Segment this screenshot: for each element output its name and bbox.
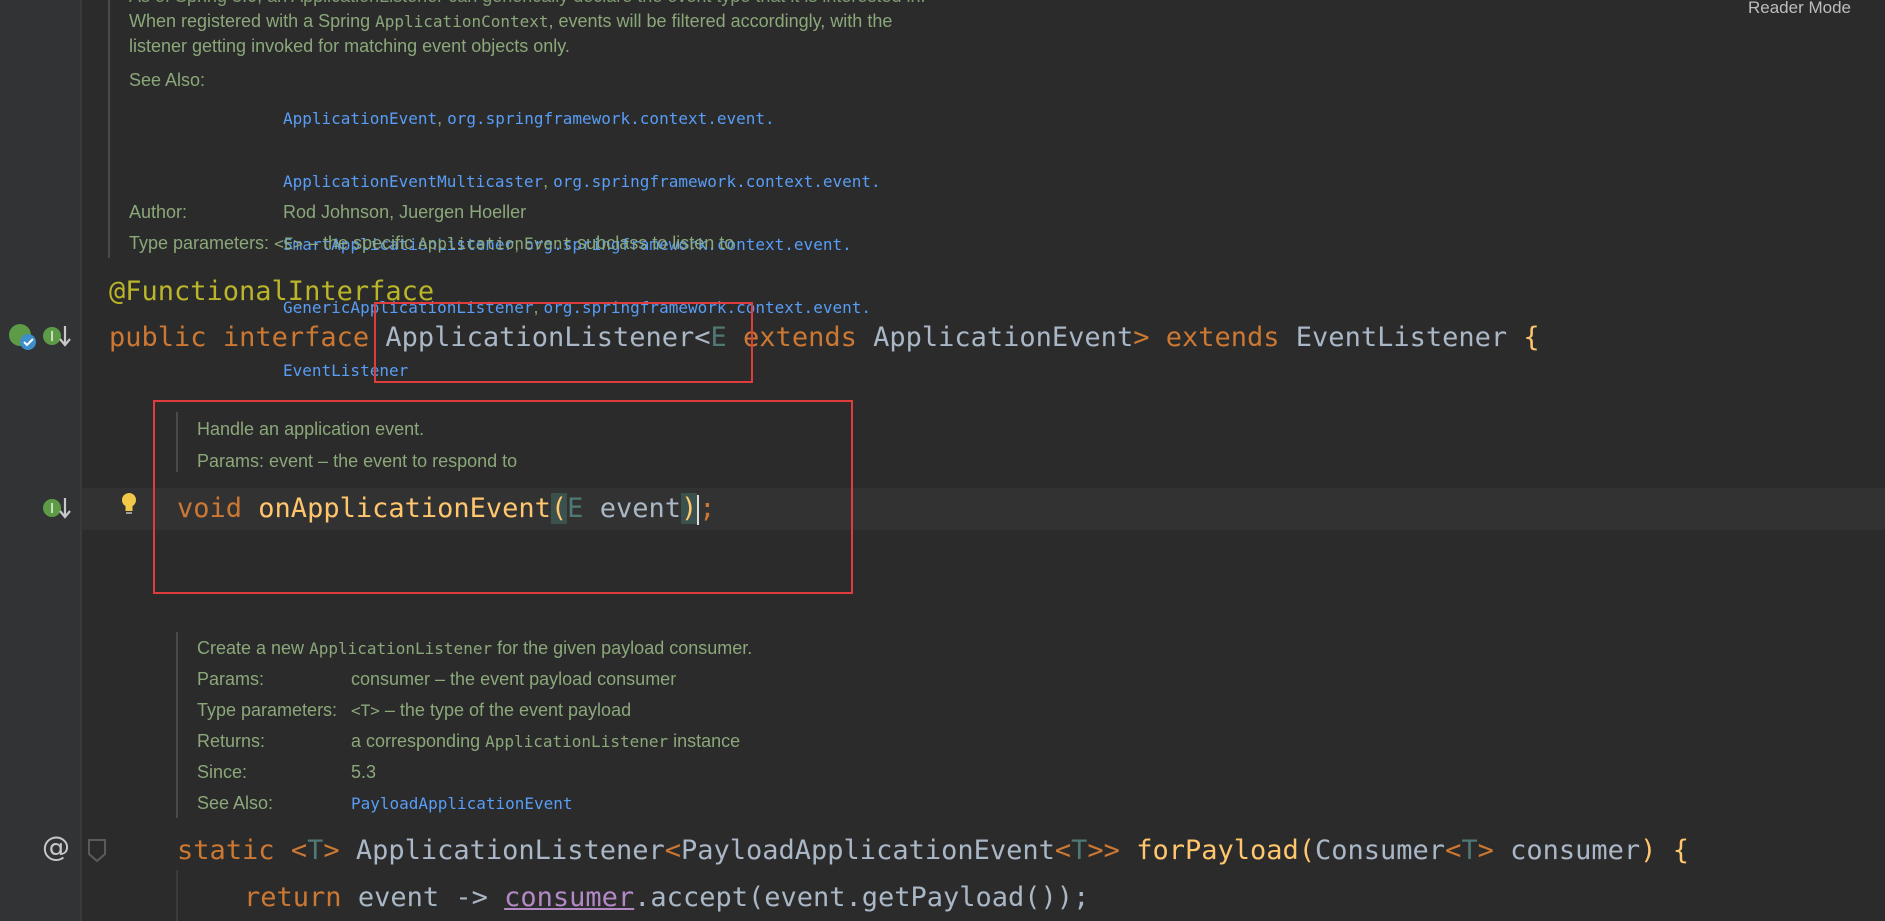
see-also-label: See Also:: [197, 793, 274, 813]
svg-text:I: I: [50, 502, 54, 517]
bookmark-icon[interactable]: [86, 838, 108, 864]
doc-left-border: [108, 0, 110, 258]
gutter-separator: [80, 0, 82, 921]
interface-declaration: public interface ApplicationListener<E e…: [109, 322, 1540, 353]
implemented-by-icon[interactable]: [6, 320, 40, 354]
since-label: Since:: [197, 762, 248, 782]
reader-mode-button[interactable]: Reader Mode: [1748, 0, 1851, 18]
method-highlight-box: [153, 400, 853, 594]
doc-link[interactable]: org.springframework.context.event.: [553, 172, 881, 191]
at-annotation-icon[interactable]: @: [42, 830, 70, 863]
type-params-label: Type parameters:: [197, 700, 338, 720]
interface-name-highlight-box: [374, 302, 753, 383]
returns-value: a corresponding ApplicationListener inst…: [351, 731, 741, 751]
factory-declaration: static <T> ApplicationListener<PayloadAp…: [177, 835, 1689, 866]
doc-link[interactable]: ApplicationEvent: [283, 109, 437, 128]
indent-guide: [176, 870, 178, 921]
return-statement: return event -> consumer.accept(event.ge…: [244, 882, 1090, 913]
type-params-value: <T> – the type of the event payload: [351, 700, 632, 720]
returns-label: Returns:: [197, 731, 266, 751]
doc-link[interactable]: PayloadApplicationEvent: [351, 794, 573, 813]
author-label: Author:: [129, 202, 188, 222]
svg-text:I: I: [50, 330, 54, 345]
editor-gutter: [0, 0, 80, 921]
factory-doc-line: Create a new ApplicationListener for the…: [197, 638, 753, 658]
since-value: 5.3: [351, 762, 377, 782]
implemented-method-icon[interactable]: I: [40, 494, 74, 524]
params-label: Params:: [197, 669, 265, 689]
type-params-row: Type parameters: <E> – the specific Appl…: [129, 233, 735, 253]
doc-link[interactable]: org.springframework.context.event.: [447, 109, 775, 128]
doc-link[interactable]: ApplicationEventMulticaster: [283, 172, 543, 191]
doc-line: listener getting invoked for matching ev…: [129, 36, 570, 56]
params-value: consumer – the event payload consumer: [351, 669, 677, 689]
doc-line: When registered with a Spring Applicatio…: [129, 11, 893, 31]
see-also-label: See Also:: [129, 70, 206, 90]
implemented-method-icon[interactable]: I: [40, 322, 74, 352]
author-value: Rod Johnson, Juergen Hoeller: [283, 202, 527, 222]
doc-left-border: [176, 632, 178, 818]
lightbulb-icon[interactable]: [117, 489, 141, 519]
doc-line-partial: As of Spring 3.0, an ApplicationListener…: [129, 0, 925, 9]
